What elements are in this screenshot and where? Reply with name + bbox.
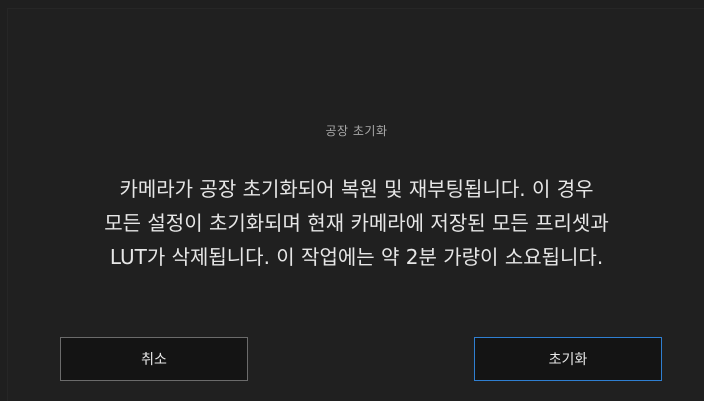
reset-button[interactable]: 초기화 <box>474 337 662 381</box>
screen: 공장 초기화 카메라가 공장 초기화되어 복원 및 재부팅됩니다. 이 경우 모… <box>0 0 704 401</box>
dialog-message: 카메라가 공장 초기화되어 복원 및 재부팅됩니다. 이 경우 모든 설정이 초… <box>28 172 685 274</box>
factory-reset-dialog: 공장 초기화 카메라가 공장 초기화되어 복원 및 재부팅됩니다. 이 경우 모… <box>7 8 704 401</box>
reset-button-label: 초기화 <box>548 352 588 368</box>
cancel-button-label: 취소 <box>141 352 167 368</box>
message-line-1: 카메라가 공장 초기화되어 복원 및 재부팅됩니다. 이 경우 <box>119 177 594 201</box>
message-line-3: LUT가 삭제됩니다. 이 작업에는 약 2분 가량이 소요됩니다. <box>109 245 604 269</box>
cancel-button[interactable]: 취소 <box>60 337 248 381</box>
message-line-2: 모든 설정이 초기화되며 현재 카메라에 저장된 모든 프리셋과 <box>104 211 609 235</box>
dialog-title: 공장 초기화 <box>325 124 388 138</box>
